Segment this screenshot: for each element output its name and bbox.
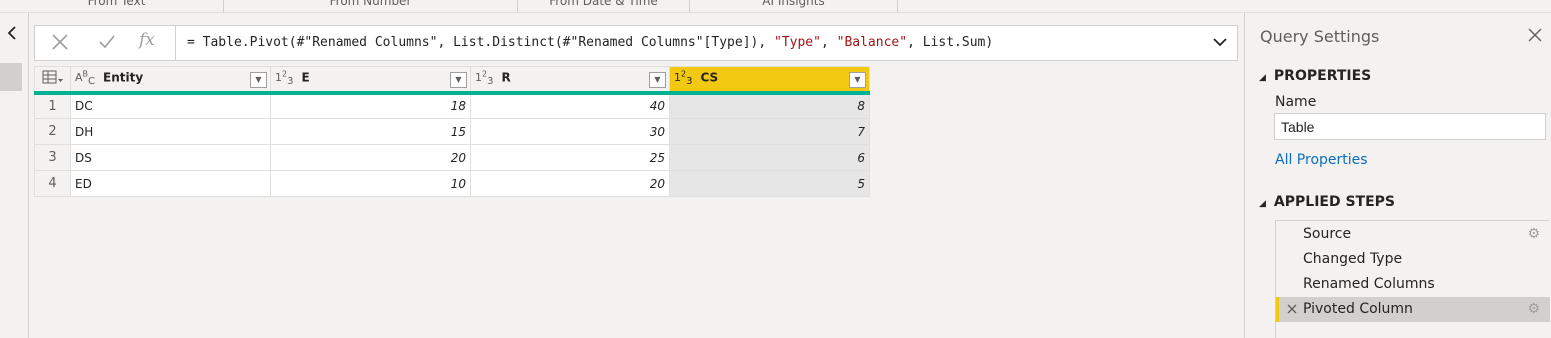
cell-entity[interactable]: DS — [70, 144, 271, 171]
cell-entity[interactable]: DH — [70, 118, 271, 145]
column-name: R — [501, 70, 511, 85]
step-label: Changed Type — [1303, 251, 1403, 267]
number-type-icon[interactable]: 123 — [475, 70, 493, 88]
query-settings-title: Query Settings — [1260, 27, 1380, 46]
properties-heading: PROPERTIES — [1273, 68, 1372, 84]
all-properties-link[interactable]: All Properties — [1275, 152, 1368, 168]
ribbon-group-from-number[interactable]: From Number — [224, 0, 518, 13]
filter-dropdown-icon[interactable]: ▼ — [849, 72, 866, 88]
ribbon-group-from-text[interactable]: From Text — [10, 0, 224, 13]
table-row: 2 DH 15 30 7 — [34, 118, 870, 145]
row-number[interactable]: 1 — [34, 92, 71, 119]
chevron-left-icon[interactable] — [6, 25, 22, 43]
filter-dropdown-icon[interactable]: ▼ — [450, 72, 467, 88]
formula-prefix: = Table.Pivot(#"Renamed Columns", List.D… — [187, 35, 774, 50]
column-name: Entity — [103, 70, 144, 85]
delete-step-icon[interactable] — [1287, 297, 1297, 323]
formula-bar-divider — [175, 26, 176, 60]
step-label: Pivoted Column — [1303, 301, 1413, 317]
cell-e[interactable]: 15 — [270, 118, 471, 145]
step-pivoted-column[interactable]: Pivoted Column ⚙ — [1276, 297, 1550, 322]
cell-entity[interactable]: ED — [70, 170, 271, 197]
cell-r[interactable]: 25 — [470, 144, 670, 171]
applied-steps-list: Source ⚙ Changed Type Renamed Columns Pi… — [1275, 220, 1550, 338]
cell-e[interactable]: 18 — [270, 92, 471, 119]
step-label: Renamed Columns — [1303, 276, 1435, 292]
properties-section-header[interactable]: ◢ PROPERTIES — [1259, 68, 1371, 84]
column-header-r[interactable]: 123 R ▼ — [470, 66, 670, 95]
step-changed-type[interactable]: Changed Type — [1276, 247, 1550, 272]
gear-icon[interactable]: ⚙ — [1527, 222, 1540, 247]
data-grid: ABC Entity ▼ 123 E ▼ 123 R ▼ 123 CS ▼ 1 DC 1… — [34, 66, 870, 197]
table-row: 4 ED 10 20 5 — [34, 170, 870, 197]
column-header-entity[interactable]: ABC Entity ▼ — [70, 66, 271, 95]
formula-arg-balance: "Balance" — [836, 35, 908, 50]
applied-steps-section-header[interactable]: ◢ APPLIED STEPS — [1259, 194, 1395, 210]
step-label: Source — [1303, 226, 1352, 242]
cell-e[interactable]: 20 — [270, 144, 471, 171]
column-name: CS — [700, 70, 719, 85]
ribbon-group-ai-insights[interactable]: AI Insights — [690, 0, 898, 13]
text-type-icon[interactable]: ABC — [75, 70, 95, 88]
formula-input[interactable]: = Table.Pivot(#"Renamed Columns", List.D… — [187, 35, 993, 50]
chevron-down-icon[interactable] — [1211, 33, 1229, 51]
row-number[interactable]: 4 — [34, 170, 71, 197]
ribbon-group-from-date-time[interactable]: From Date & Time — [518, 0, 690, 13]
ribbon-strip: From Text From Number From Date & Time A… — [0, 0, 1551, 13]
cell-entity[interactable]: DC — [70, 92, 271, 119]
queries-pane-tab[interactable] — [0, 63, 22, 91]
table-row: 1 DC 18 40 8 — [34, 92, 870, 119]
checkmark-icon[interactable] — [97, 32, 117, 57]
queries-pane-collapsed — [0, 13, 29, 338]
step-renamed-columns[interactable]: Renamed Columns — [1276, 272, 1550, 297]
collapse-triangle-icon[interactable]: ◢ — [1259, 199, 1266, 209]
name-label: Name — [1275, 94, 1317, 110]
cell-cs[interactable]: 8 — [669, 92, 870, 119]
applied-steps-heading: APPLIED STEPS — [1273, 194, 1396, 210]
number-type-icon[interactable]: 123 — [275, 70, 293, 88]
formula-bar: fx = Table.Pivot(#"Renamed Columns", Lis… — [34, 25, 1238, 61]
query-name-input[interactable] — [1274, 113, 1546, 140]
column-header-e[interactable]: 123 E ▼ — [270, 66, 471, 95]
step-source[interactable]: Source ⚙ — [1276, 222, 1550, 247]
cell-e[interactable]: 10 — [270, 170, 471, 197]
row-number[interactable]: 2 — [34, 118, 71, 145]
fx-icon[interactable]: fx — [139, 30, 155, 50]
table-row: 3 DS 20 25 6 — [34, 144, 870, 171]
gear-icon[interactable]: ⚙ — [1527, 297, 1540, 322]
number-type-icon[interactable]: 123 — [674, 70, 692, 88]
cell-r[interactable]: 40 — [470, 92, 670, 119]
header-row: ABC Entity ▼ 123 E ▼ 123 R ▼ 123 CS ▼ — [34, 66, 870, 95]
formula-arg-type: "Type" — [774, 35, 821, 50]
close-icon[interactable] — [1527, 27, 1543, 48]
collapse-triangle-icon[interactable]: ◢ — [1259, 73, 1266, 83]
column-name: E — [301, 70, 310, 85]
close-icon[interactable] — [50, 32, 70, 57]
cell-cs[interactable]: 5 — [669, 170, 870, 197]
filter-dropdown-icon[interactable]: ▼ — [649, 72, 666, 88]
table-icon — [42, 70, 63, 84]
table-menu-button[interactable] — [34, 66, 71, 95]
column-header-cs[interactable]: 123 CS ▼ — [669, 66, 870, 95]
cell-cs[interactable]: 7 — [669, 118, 870, 145]
cell-r[interactable]: 30 — [470, 118, 670, 145]
formula-suffix: , List.Sum) — [907, 35, 994, 50]
cell-r[interactable]: 20 — [470, 170, 670, 197]
filter-dropdown-icon[interactable]: ▼ — [250, 72, 267, 88]
row-number[interactable]: 3 — [34, 144, 71, 171]
formula-separator: , — [820, 35, 837, 50]
query-settings-pane: Query Settings ◢ PROPERTIES Name All Prop… — [1245, 13, 1551, 338]
cell-cs[interactable]: 6 — [669, 144, 870, 171]
